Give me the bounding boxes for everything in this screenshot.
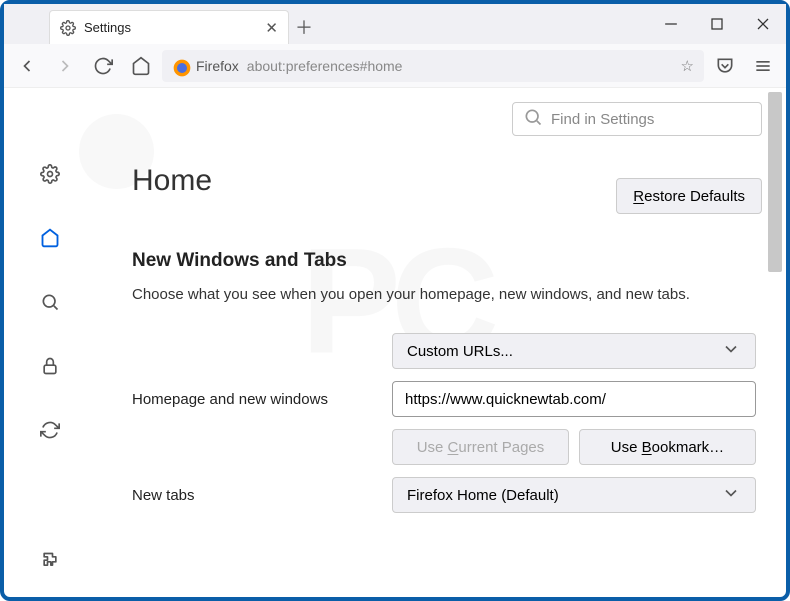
search-settings-input[interactable]: Find in Settings	[512, 102, 762, 136]
tab-settings[interactable]: Settings ✕	[49, 10, 289, 44]
pocket-button[interactable]	[708, 49, 742, 83]
url-bar[interactable]: Firefox about:preferences#home ☆	[162, 50, 704, 82]
use-current-pages-button[interactable]: Use Current Pages	[392, 429, 569, 465]
close-icon[interactable]: ✕	[265, 19, 278, 37]
sidebar-home[interactable]	[34, 222, 66, 254]
sidebar-sync[interactable]	[34, 414, 66, 446]
back-button[interactable]	[10, 49, 44, 83]
newtabs-label: New tabs	[132, 487, 378, 504]
homepage-label: Homepage and new windows	[132, 391, 378, 408]
section-description: Choose what you see when you open your h…	[132, 284, 756, 305]
minimize-button[interactable]	[648, 4, 694, 44]
chevron-down-icon	[721, 483, 741, 507]
home-button[interactable]	[124, 49, 158, 83]
search-placeholder: Find in Settings	[551, 111, 654, 128]
new-tab-button[interactable]: ＋	[289, 10, 319, 44]
homepage-url-input[interactable]: https://www.quicknewtab.com/	[392, 381, 756, 417]
titlebar: Settings ✕ ＋	[4, 4, 786, 44]
sidebar-extensions[interactable]	[34, 545, 66, 577]
sidebar-privacy[interactable]	[34, 350, 66, 382]
restore-defaults-button[interactable]: Restore Defaults	[616, 178, 762, 214]
main-panel: Find in Settings Home Restore Defaults N…	[96, 88, 786, 597]
section-heading: New Windows and Tabs	[132, 250, 756, 272]
forward-button[interactable]	[48, 49, 82, 83]
reload-button[interactable]	[86, 49, 120, 83]
toolbar: Firefox about:preferences#home ☆	[4, 44, 786, 88]
gear-icon	[60, 20, 76, 36]
firefox-icon	[172, 58, 188, 74]
url-brand: Firefox	[196, 58, 239, 74]
homepage-url-value: https://www.quicknewtab.com/	[405, 391, 606, 408]
homepage-mode-select[interactable]: Custom URLs...	[392, 333, 756, 369]
maximize-button[interactable]	[694, 4, 740, 44]
sidebar	[4, 88, 96, 597]
sidebar-general[interactable]	[34, 158, 66, 190]
chevron-down-icon	[721, 339, 741, 363]
url-text: about:preferences#home	[247, 58, 673, 74]
menu-button[interactable]	[746, 49, 780, 83]
newtabs-value: Firefox Home (Default)	[407, 487, 559, 504]
scrollbar-thumb[interactable]	[768, 92, 782, 272]
bookmark-star-icon[interactable]: ☆	[681, 57, 694, 75]
use-bookmark-button[interactable]: Use Bookmark…	[579, 429, 756, 465]
newtabs-select[interactable]: Firefox Home (Default)	[392, 477, 756, 513]
tab-label: Settings	[84, 20, 257, 35]
sidebar-search[interactable]	[34, 286, 66, 318]
homepage-mode-value: Custom URLs...	[407, 343, 513, 360]
close-window-button[interactable]	[740, 4, 786, 44]
search-icon	[523, 107, 543, 131]
